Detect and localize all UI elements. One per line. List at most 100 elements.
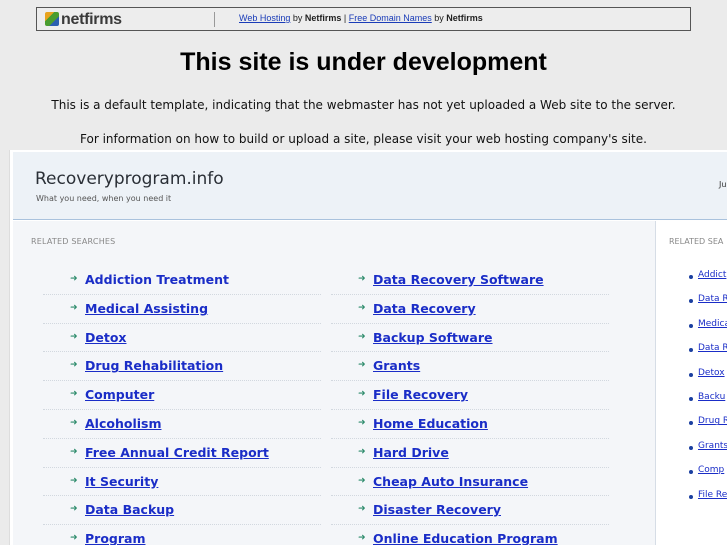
sidebar-search-link[interactable]: Backu (698, 392, 725, 402)
arrow-right-icon: ➜ (70, 504, 78, 515)
netfirms-banner: netfirms Web Hosting by Netfirms | Free … (36, 7, 691, 31)
arrow-right-icon: ➜ (70, 533, 78, 544)
related-column-1: ➜ Addiction Treatment ➜ Medical Assisting ➜ D… (43, 266, 321, 545)
free-domain-names-link[interactable]: Free Domain Names (349, 13, 432, 23)
arrow-right-icon: ➜ (70, 446, 78, 457)
arrow-right-icon: ➜ (358, 417, 366, 428)
related-search-link[interactable]: Grants (373, 358, 420, 373)
info-text-1: This is a default template, indicating t… (51, 98, 676, 112)
brand-text: Netfirms (304, 13, 342, 23)
page-title: This site is under development (180, 48, 547, 76)
related-search-item: ➜ It Security (43, 468, 321, 497)
arrow-right-icon: ➜ (358, 302, 366, 313)
related-search-item: ➜ Computer (43, 381, 321, 410)
related-search-item: ➜ Backup Software (331, 324, 609, 353)
info-text-2: For information on how to build or uploa… (80, 132, 647, 146)
arrow-right-icon: ➜ (358, 504, 366, 515)
arrow-right-icon: ➜ (70, 274, 78, 284)
arrow-right-icon: ➜ (70, 475, 78, 486)
related-search-link[interactable]: Detox (85, 330, 126, 345)
separator-text: | (341, 13, 349, 23)
bullet-icon (689, 275, 693, 279)
sidebar-search-link[interactable]: Grants (698, 441, 727, 451)
related-column-2: ➜ Data Recovery Software ➜ Data Recovery ➜ Ba… (331, 266, 609, 545)
parked-page-frame: Recoveryprogram.info What you need, when… (9, 150, 727, 545)
banner-divider (214, 12, 215, 27)
related-search-item: ➜ Home Education (331, 410, 609, 439)
bullet-icon (689, 470, 693, 475)
related-search-link[interactable]: File Recovery (373, 387, 468, 402)
related-search-link[interactable]: Disaster Recovery (373, 502, 501, 517)
sidebar-search-link[interactable]: Detox (698, 368, 725, 378)
related-search-item: ➜ Data Backup (43, 496, 321, 526)
related-search-link[interactable]: Medical Assisting (85, 301, 208, 316)
related-search-link[interactable]: Data Backup (85, 502, 174, 517)
related-searches-label: RELATED SEARCHES (31, 237, 116, 246)
related-search-link[interactable]: Online Education Program (373, 531, 558, 545)
related-search-link[interactable]: Hard Drive (373, 445, 449, 460)
web-hosting-link[interactable]: Web Hosting (239, 13, 290, 23)
related-search-link[interactable]: Data Recovery Software (373, 272, 544, 287)
arrow-right-icon: ➜ (358, 360, 366, 371)
bullet-icon (689, 396, 693, 401)
netfirms-logo[interactable]: netfirms (45, 11, 122, 29)
related-search-link[interactable]: Data Recovery (373, 301, 476, 316)
sidebar: RELATED SEA Addict Data R Medica Data R Deto… (657, 221, 727, 545)
sidebar-search-link[interactable]: Medica (698, 319, 727, 329)
bullet-icon (689, 372, 693, 377)
related-searches-panel: RELATED SEARCHES ➜ Addiction Treatment ➜ Me… (13, 221, 656, 545)
related-search-item: ➜ Free Annual Credit Report (43, 439, 321, 468)
arrow-right-icon: ➜ (70, 389, 78, 400)
by-text: by (431, 13, 447, 23)
brand-text: Netfirms (446, 13, 483, 23)
related-search-item: ➜ Disaster Recovery (331, 496, 609, 526)
related-search-item: ➜ Hard Drive (331, 439, 609, 468)
related-search-link[interactable]: Drug Rehabilitation (85, 358, 223, 373)
related-search-link[interactable]: It Security (85, 474, 158, 489)
arrow-right-icon: ➜ (70, 417, 78, 428)
site-header: Recoveryprogram.info What you need, when… (13, 152, 727, 220)
site-tagline: What you need, when you need it (36, 194, 172, 203)
related-search-item: ➜ Data Recovery (331, 295, 609, 324)
banner-links: Web Hosting by Netfirms | Free Domain Na… (239, 13, 483, 23)
arrow-right-icon: ➜ (70, 360, 78, 371)
related-search-item: ➜ Medical Assisting (43, 295, 321, 324)
arrow-right-icon: ➜ (358, 533, 366, 544)
sidebar-search-link[interactable]: File Re (698, 490, 727, 500)
related-search-item: ➜ Alcoholism (43, 410, 321, 439)
bullet-icon (689, 299, 693, 304)
related-search-item: ➜ Data Recovery Software (331, 266, 609, 295)
logo-text: netfirms (61, 11, 122, 28)
by-text: by (290, 13, 305, 23)
related-search-link[interactable]: Cheap Auto Insurance (373, 474, 528, 489)
bullet-icon (689, 348, 693, 353)
arrow-right-icon: ➜ (358, 331, 366, 342)
arrow-right-icon: ➜ (358, 389, 366, 400)
related-search-item: ➜ Addiction Treatment (43, 266, 321, 295)
related-search-link[interactable]: Computer (85, 387, 154, 402)
bullet-icon (689, 323, 693, 328)
related-search-item: ➜ Detox (43, 324, 321, 353)
site-title[interactable]: Recoveryprogram.info (35, 169, 224, 189)
related-search-link[interactable]: Home Education (373, 416, 488, 431)
sidebar-related-label: RELATED SEA (669, 237, 724, 246)
sidebar-search-link[interactable]: Drug R (698, 416, 727, 426)
related-search-item: ➜ Online Education Program (331, 525, 609, 545)
related-search-link[interactable]: Free Annual Credit Report (85, 445, 269, 460)
related-search-link[interactable]: Program (85, 531, 146, 545)
arrow-right-icon: ➜ (70, 331, 78, 342)
related-search-link[interactable]: Backup Software (373, 330, 493, 345)
bullet-icon (689, 445, 693, 450)
sidebar-search-link[interactable]: Comp (698, 465, 724, 475)
arrow-right-icon: ➜ (358, 446, 366, 457)
sidebar-search-link[interactable]: Data R (698, 343, 727, 353)
related-search-item: ➜ Grants (331, 352, 609, 382)
arrow-right-icon: ➜ (358, 475, 366, 486)
date-text: Ju (719, 180, 727, 189)
related-search-link[interactable]: Addiction Treatment (85, 272, 229, 287)
related-search-link[interactable]: Alcoholism (85, 416, 161, 431)
sidebar-search-link[interactable]: Addict (698, 270, 726, 280)
sidebar-search-link[interactable]: Data R (698, 294, 727, 304)
related-search-item: ➜ Cheap Auto Insurance (331, 468, 609, 497)
arrow-right-icon: ➜ (70, 302, 78, 313)
